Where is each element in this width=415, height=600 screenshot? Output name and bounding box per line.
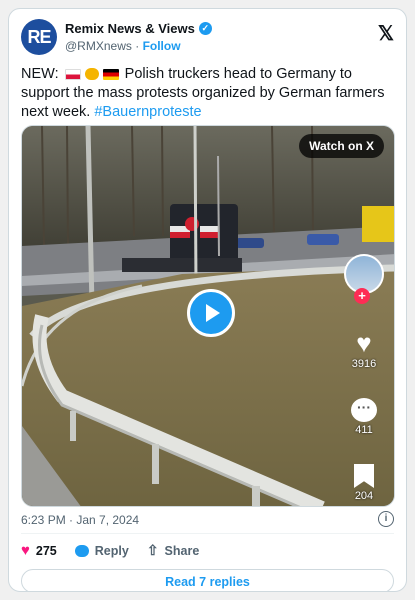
avatar[interactable]: RE (21, 19, 57, 55)
flag-poland-icon (64, 68, 81, 80)
like-button[interactable]: ♥ 275 (21, 542, 57, 559)
author-name[interactable]: Remix News & Views (65, 21, 195, 36)
read-replies-button[interactable]: Read 7 replies (21, 569, 394, 591)
action-bar: ♥ 275 Reply ⇧ Share (21, 542, 199, 559)
tiktok-saves-count: 204 (354, 490, 374, 502)
comment-icon: ··· (351, 398, 377, 422)
share-icon: ⇧ (146, 542, 159, 558)
handshake-icon (84, 68, 99, 81)
heart-icon: ♥ (21, 542, 30, 559)
tweet-card: RE Remix News & Views ✓ @RMXnews · Follo… (8, 8, 407, 592)
reply-bubble-icon (74, 544, 89, 557)
tiktok-saves: 204 (342, 464, 386, 502)
share-label: Share (164, 543, 200, 558)
handle-separator: · (135, 39, 140, 53)
watch-on-x-button[interactable]: Watch on X (299, 134, 384, 158)
tiktok-avatar: + (342, 254, 386, 304)
bookmark-icon (354, 464, 374, 488)
tiktok-likes-count: 3916 (351, 358, 377, 370)
play-icon (206, 304, 220, 322)
follow-button[interactable]: Follow (143, 39, 181, 53)
share-button[interactable]: ⇧ Share (147, 542, 199, 559)
verified-badge-icon: ✓ (198, 22, 212, 35)
author-handle[interactable]: @RMXnews (65, 39, 132, 53)
flag-germany-icon (102, 68, 119, 80)
reply-button[interactable]: Reply (74, 543, 129, 558)
plus-icon: + (354, 288, 370, 304)
info-icon[interactable]: i (378, 511, 394, 527)
like-count: 275 (35, 543, 57, 558)
tweet-timestamp[interactable]: 6:23 PM · Jan 7, 2024 (21, 513, 139, 527)
divider (21, 533, 394, 534)
tiktok-comments-count: 411 (355, 424, 373, 436)
tweet-text: NEW: Polish truckers head to Germany to … (21, 65, 392, 122)
hashtag-link[interactable]: #Bauernproteste (94, 104, 201, 120)
reply-label: Reply (94, 543, 129, 558)
author-handle-row: @RMXnews · Follow (65, 39, 181, 53)
tiktok-comments: ··· 411 (342, 398, 386, 436)
tweet-prefix: NEW: (21, 66, 59, 82)
x-logo-icon[interactable]: 𝕏 (378, 21, 394, 46)
video-player[interactable]: Watch on X + ♥ 3916 ··· 411 204 (21, 125, 395, 507)
tweet-header: RE Remix News & Views ✓ @RMXnews · Follo… (21, 19, 394, 61)
play-button[interactable] (187, 289, 235, 337)
author-name-row[interactable]: Remix News & Views ✓ (65, 21, 212, 36)
heart-icon: ♥ (356, 328, 372, 358)
tiktok-likes: ♥ 3916 (342, 330, 386, 370)
